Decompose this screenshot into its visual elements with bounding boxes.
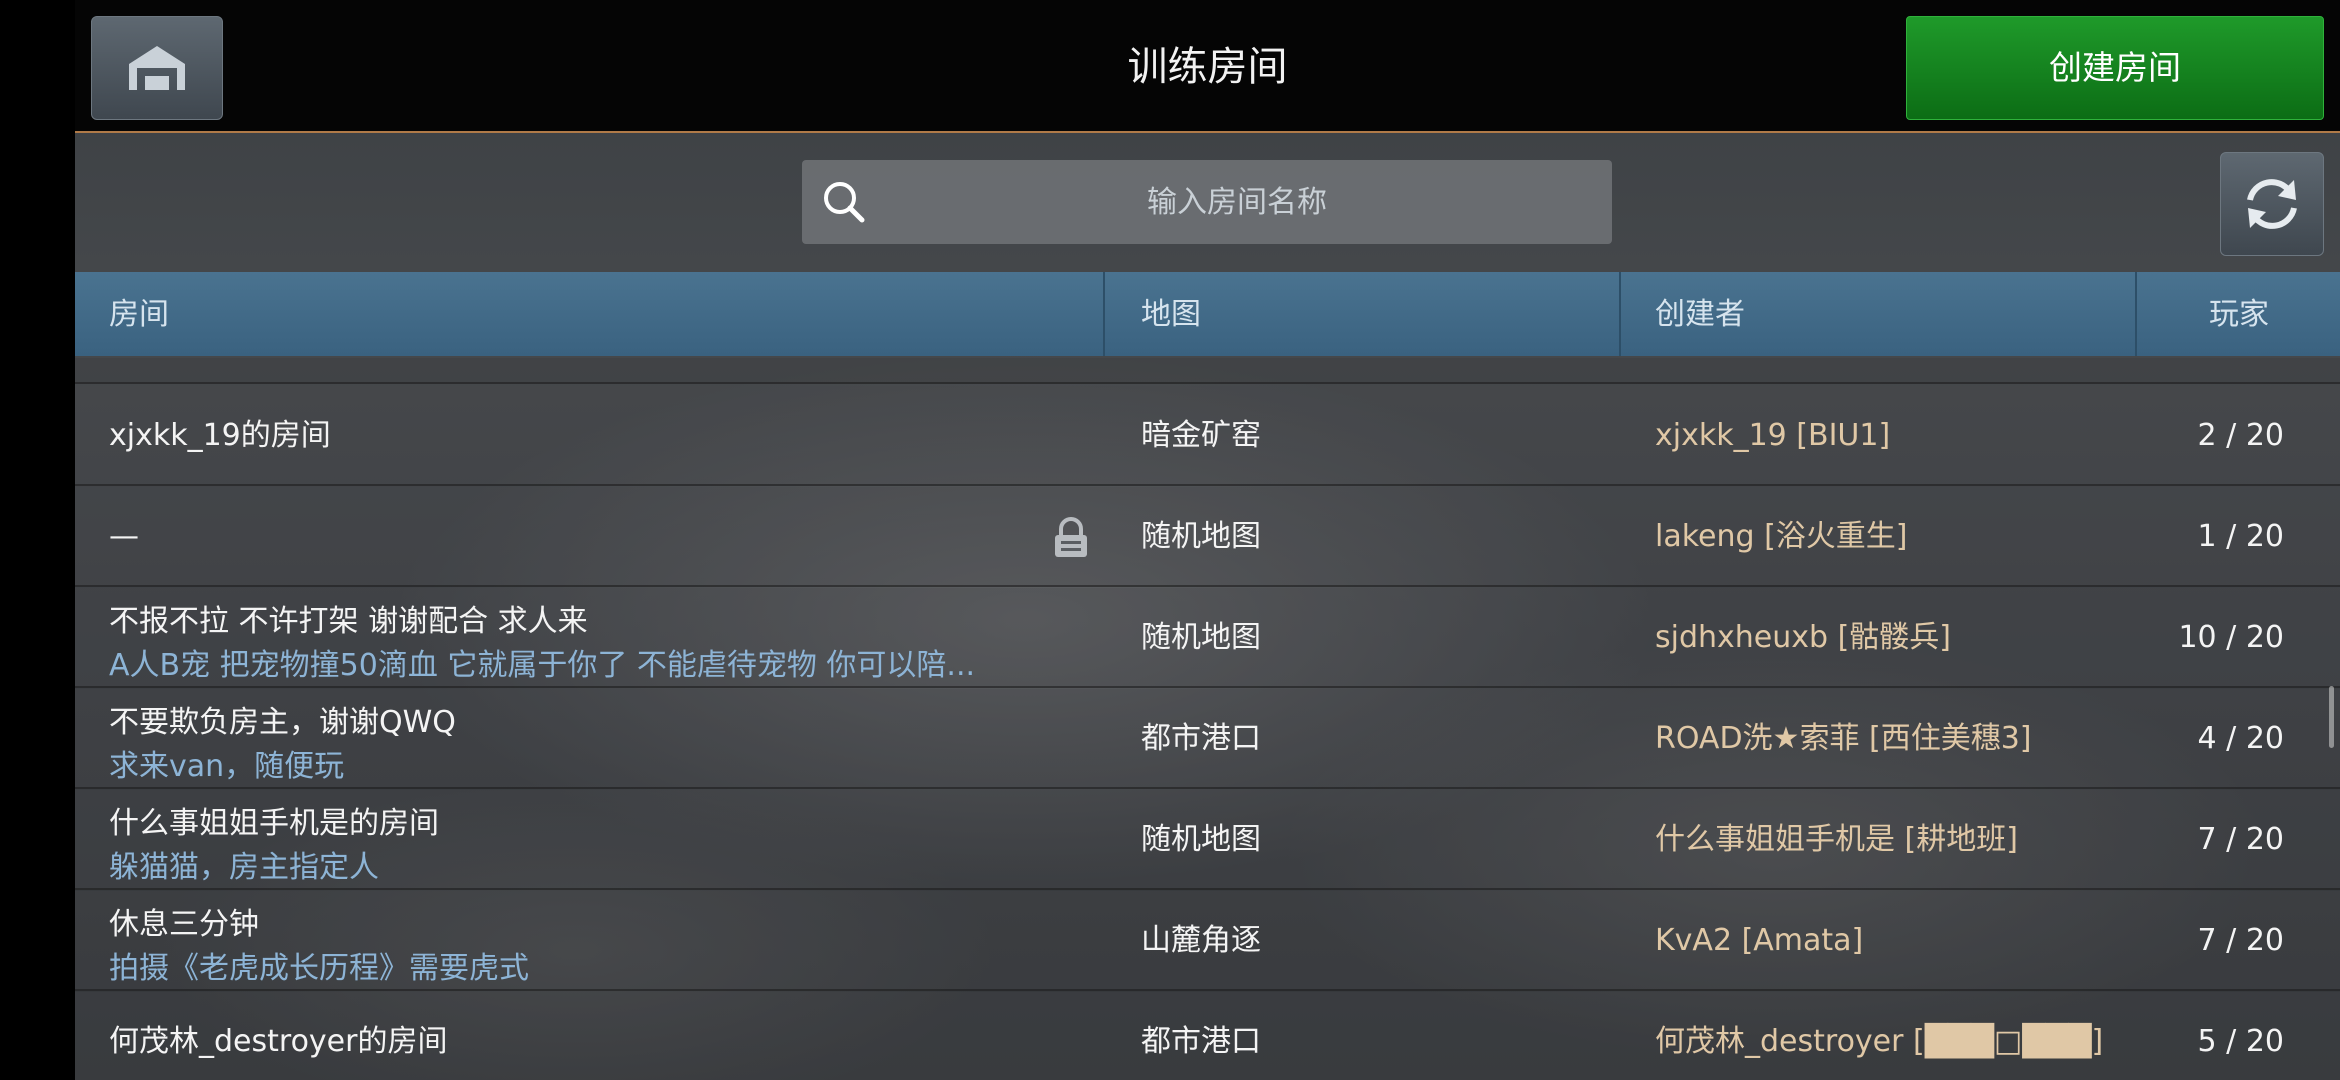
left-black-bar [0,0,75,1080]
room-players: 1 / 20 [2197,519,2284,554]
training-room-screen: 训练房间 创建房间 房间 地图 创建者 玩家 xjxkk_19的房间 暗金矿窑 … [75,0,2340,1080]
search-input[interactable] [882,160,1592,244]
column-divider [2135,272,2137,356]
room-table-header: 房间 地图 创建者 玩家 [75,272,2340,356]
create-room-button[interactable]: 创建房间 [1906,16,2324,120]
column-players[interactable]: 玩家 [2209,272,2269,356]
room-players: 7 / 20 [2197,822,2284,857]
room-description: A人B宠 把宠物撞50滴血 它就属于你了 不能虐待宠物 你可以陪... [109,648,976,683]
top-bar: 训练房间 创建房间 [75,0,2340,133]
list-scrollbar[interactable] [2329,686,2334,748]
table-row[interactable]: 休息三分钟 拍摄《老虎成长历程》需要虎式 山麓角逐 KvA2 [Amata] 7… [75,891,2340,991]
column-map[interactable]: 地图 [1141,272,1201,356]
table-row[interactable]: 不要欺负房主，谢谢QWQ 求来van，随便玩 都市港口 ROAD洗★索菲 [西住… [75,689,2340,789]
room-map: 都市港口 [1141,721,1261,756]
refresh-icon [2247,179,2297,229]
room-players: 5 / 20 [2197,1024,2284,1059]
table-row[interactable]: 不报不拉 不许打架 谢谢配合 求人来 A人B宠 把宠物撞50滴血 它就属于你了 … [75,588,2340,688]
room-name: — [109,519,139,554]
table-row[interactable]: 何茂林_destroyer的房间 都市港口 何茂林_destroyer [███… [75,992,2340,1080]
room-name: 什么事姐姐手机是的房间 [109,806,439,841]
room-creator: ROAD洗★索菲 [西住美穗3] [1655,721,2032,756]
column-divider [1619,272,1621,356]
table-row[interactable]: — 随机地图 lakeng [浴火重生] 1 / 20 [75,487,2340,587]
table-row[interactable]: xjxkk_19的房间 暗金矿窑 xjxkk_19 [BIU1] 2 / 20 [75,386,2340,486]
room-map: 都市港口 [1141,1024,1261,1059]
room-creator: xjxkk_19 [BIU1] [1655,418,1891,453]
room-name: xjxkk_19的房间 [109,418,331,453]
room-map: 山麓角逐 [1141,923,1261,958]
room-map: 随机地图 [1141,822,1261,857]
search-icon [824,182,865,223]
room-creator: lakeng [浴火重生] [1655,519,1908,554]
room-name: 不要欺负房主，谢谢QWQ [109,705,456,740]
table-row[interactable]: 什么事姐姐手机是的房间 躲猫猫，房主指定人 随机地图 什么事姐姐手机是 [耕地班… [75,790,2340,890]
search-box [802,160,1612,244]
room-map: 随机地图 [1141,620,1261,655]
room-map: 暗金矿窑 [1141,418,1261,453]
room-players: 2 / 20 [2197,418,2284,453]
room-players: 7 / 20 [2197,923,2284,958]
room-players: 4 / 20 [2197,721,2284,756]
room-creator: sjdhxheuxb [骷髅兵] [1655,620,1952,655]
column-room[interactable]: 房间 [109,272,169,356]
room-name: 何茂林_destroyer的房间 [109,1024,448,1059]
room-creator: 何茂林_destroyer [███□███] [1655,1024,2104,1059]
room-description: 拍摄《老虎成长历程》需要虎式 [109,951,529,986]
room-description: 躲猫猫，房主指定人 [109,850,379,885]
room-creator: 什么事姐姐手机是 [耕地班] [1655,822,2018,857]
room-map: 随机地图 [1141,519,1261,554]
column-creator[interactable]: 创建者 [1655,272,1745,356]
table-row-partial [75,358,2340,384]
room-creator: KvA2 [Amata] [1655,923,1864,958]
room-players: 10 / 20 [2178,620,2284,655]
room-name: 休息三分钟 [109,907,259,942]
room-name: 不报不拉 不许打架 谢谢配合 求人来 [109,604,588,639]
column-divider [1103,272,1105,356]
room-description: 求来van，随便玩 [109,749,345,784]
lock-icon [1055,517,1087,557]
refresh-button[interactable] [2220,152,2324,256]
